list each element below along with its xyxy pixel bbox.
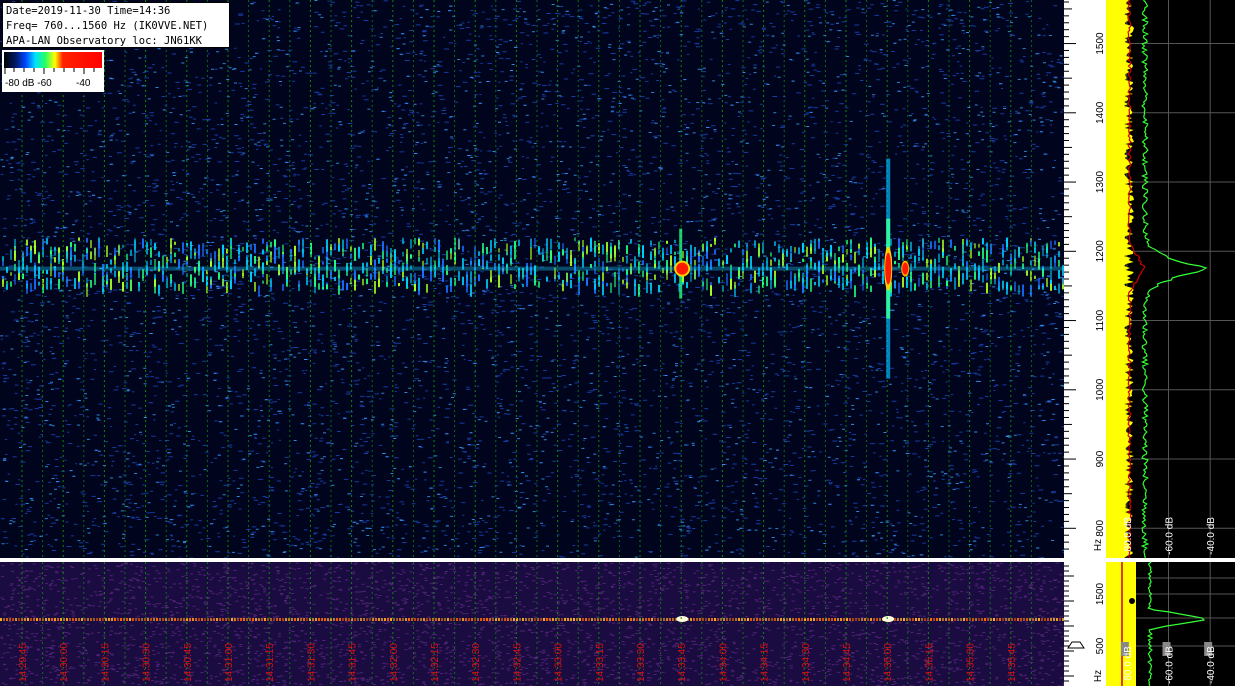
station-info-box: Date=2019-11-30 Time=14:36 Freq= 760...1… [2,2,230,48]
overview-db-label: -40.0 dB [1206,646,1217,684]
time-tick-label: 14:33:30 [636,643,647,682]
time-tick-label: 14:31:00 [224,643,235,682]
freq-tick-label: 900 [1095,450,1106,467]
time-tick-label: 14:30:00 [59,643,70,682]
overview-frequency-axis: 1500 500 Hz [1064,562,1106,686]
time-tick-label: 14:30:45 [183,643,194,682]
time-tick-label: 14:34:00 [718,643,729,682]
time-tick-label: 14:31:45 [348,643,359,682]
overview-waterfall: 14:29:45 14:30:00 14:30:15 14:30:30 14:30:45… [0,562,1067,686]
date-time-line: Date=2019-11-30 Time=14:36 [6,5,171,17]
time-tick-label: 14:33:00 [554,643,565,682]
frequency-axis: 800 900 1000 1100 1200 1300 1400 1500 Hz [1064,0,1106,558]
color-scale-legend: -80 dB -60 -40 [2,50,104,92]
time-tick-label: 14:31:15 [265,643,276,682]
overview-db-label: -80.0 dB [1123,646,1134,684]
overview-spectrum-panel: -80.0 dB -60.0 dB -40.0 dB [1106,561,1235,686]
overview-echo-1 [676,616,689,622]
overview-freq-label: 1500 [1095,582,1106,605]
time-tick-label: 14:31:30 [306,643,317,682]
time-tick-label: 14:35:30 [966,643,977,682]
time-tick-label: 14:29:45 [18,643,29,682]
time-tick-label: 14:30:30 [142,643,153,682]
time-tick-label: 14:35:45 [1007,643,1018,682]
freq-unit-label: Hz [1093,539,1104,551]
freq-tick-label: 1300 [1095,170,1106,193]
time-tick-label: 14:32:15 [430,643,441,682]
time-tick-label: 14:34:15 [760,643,771,682]
spectrum-db-label: -40.0 dB [1206,517,1217,555]
time-tick-label: 14:35:00 [883,643,894,682]
time-tick-label: 14:32:45 [512,643,523,682]
freq-tick-label: 1400 [1095,101,1106,124]
overview-freq-unit: Hz [1093,670,1104,682]
time-tick-label: 14:35:15 [924,643,935,682]
overview-db-label: -60.0 dB [1165,646,1176,684]
freq-tick-label: 1000 [1095,378,1106,401]
freq-tick-label: 1500 [1095,32,1106,55]
freq-tick-label: 1100 [1095,309,1106,331]
time-tick-label: 14:33:45 [677,643,688,682]
frequency-range-line: Freq= 760...1560 Hz (IK0VVE.NET) [6,20,209,32]
time-tick-label: 14:33:15 [595,643,606,682]
color-scale-gradient [4,52,102,68]
color-scale-label-right: -40 [76,78,91,89]
spectrogram-display: 800 900 1000 1100 1200 1300 1400 1500 Hz -80.0 d… [0,0,1235,686]
time-tick-label: 14:34:45 [842,643,853,682]
overview-echo-2 [882,616,895,622]
main-waterfall [0,0,1069,559]
panel-divider [0,558,1235,562]
freq-tick-label: 1200 [1095,240,1106,263]
time-tick-label: 14:32:30 [471,643,482,682]
time-tick-label: 14:30:15 [100,643,111,682]
color-scale-label-left: -80 dB -60 [5,78,52,89]
spectrum-db-label: -60.0 dB [1165,517,1176,555]
freq-tick-label: 800 [1095,520,1106,537]
observatory-line: APA-LAN Observatory loc: JN61KK [6,35,202,47]
spectrum-panel: -80.0 dB -60.0 dB -40.0 dB [1106,0,1235,559]
overview-freq-label: 500 [1095,637,1106,654]
spectrum-db-label: -80.0 dB [1123,517,1134,555]
time-tick-label: 14:32:00 [389,643,400,682]
overview-marker-dot [1129,598,1135,604]
spectrogram-svg: 800 900 1000 1100 1200 1300 1400 1500 Hz -80.0 d… [0,0,1235,686]
color-scale-ticks [4,68,95,74]
time-tick-label: 14:34:30 [801,643,812,682]
